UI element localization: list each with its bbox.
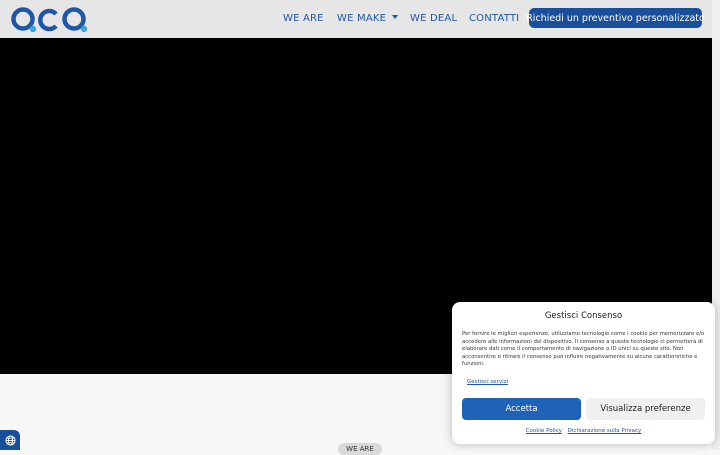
nav-item-we-are[interactable]: WE ARE — [283, 13, 324, 24]
cookie-policy-link[interactable]: Cookie Policy — [526, 428, 562, 434]
accept-button[interactable]: Accetta — [462, 398, 581, 420]
globe-icon — [4, 434, 16, 446]
logo[interactable] — [10, 6, 90, 34]
nav-item-contatti[interactable]: CONTATTI — [469, 13, 519, 24]
view-preferences-button[interactable]: Visualizza preferenze — [586, 398, 705, 420]
privacy-statement-link[interactable]: Dichiarazione sulla Privacy — [568, 428, 642, 434]
logo-mark — [11, 7, 88, 33]
cookie-consent-dialog: Gestisci Consenso Per fornire le miglior… — [452, 302, 715, 444]
consent-title: Gestisci Consenso — [544, 311, 623, 321]
nav-item-we-make[interactable]: WE MAKE — [337, 13, 399, 24]
consent-body: Per fornire le migliori esperienze, util… — [462, 331, 705, 367]
section-pill: WE ARE — [338, 443, 382, 455]
site-header: WE ARE WE MAKE WE DEAL CONTATTI Richiedi… — [0, 0, 712, 38]
caret-down-icon — [392, 15, 399, 19]
quote-request-button[interactable]: Richiedi un preventivo personalizzato — [526, 8, 705, 28]
language-button[interactable] — [0, 430, 20, 450]
consent-footer: Cookie Policy Dichiarazione sulla Privac… — [452, 428, 715, 434]
nav-item-we-make-label: WE MAKE — [337, 13, 387, 24]
manage-services-link[interactable]: Gestisci servizi — [467, 379, 508, 385]
nav-item-we-deal[interactable]: WE DEAL — [410, 13, 457, 24]
